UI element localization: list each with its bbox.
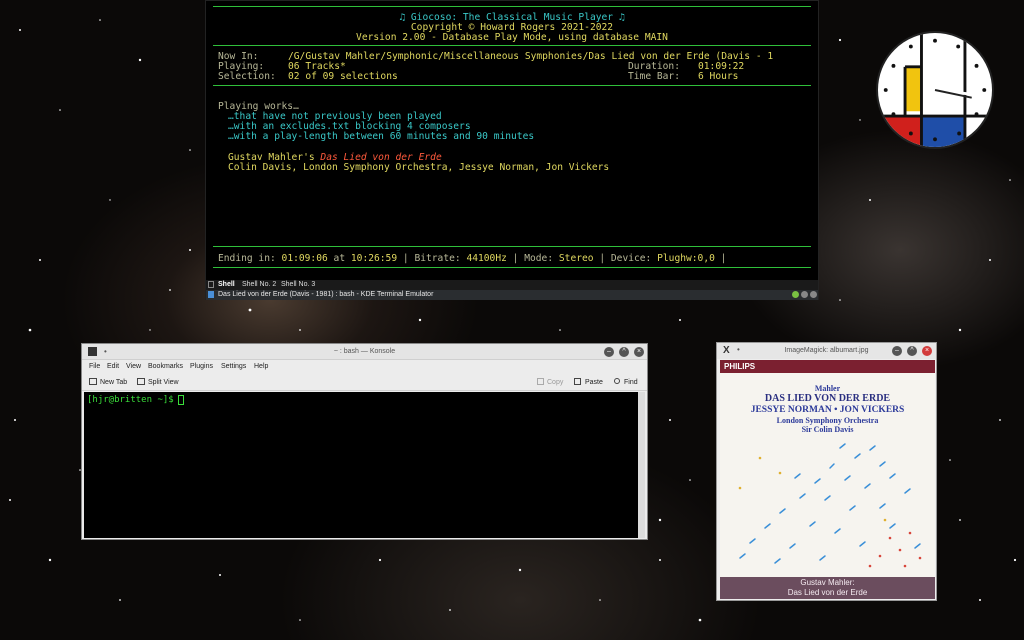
menu-bookmarks[interactable]: Bookmarks <box>148 363 183 370</box>
konsole-toolbar: New Tab Split View Copy Paste Find <box>82 374 647 391</box>
new-tab-button[interactable]: New Tab <box>100 379 127 386</box>
menu-file[interactable]: File <box>89 363 100 370</box>
konsole-terminal-screen[interactable]: [hjr@britten ~]$ <box>84 392 638 538</box>
album-orchestra: London Symphony Orchestra <box>776 416 879 425</box>
bitrate-label: Bitrate: <box>414 253 461 264</box>
maximize-button[interactable]: ^ <box>619 347 629 357</box>
close-button[interactable]: × <box>634 347 644 357</box>
device-label: Device: <box>610 253 652 264</box>
selection-label: Selection: <box>218 71 276 82</box>
device-value: Plughw:0,0 <box>657 253 715 264</box>
mode-label: Mode: <box>524 253 554 264</box>
menu-settings[interactable]: Settings <box>221 363 246 370</box>
at-label: at <box>333 253 346 264</box>
find-button[interactable]: Find <box>624 379 638 386</box>
text-cursor <box>178 395 184 405</box>
separator: | <box>402 253 409 264</box>
shell-prompt: [hjr@britten ~]$ <box>87 395 174 405</box>
new-session-icon[interactable] <box>208 281 214 288</box>
paste-button[interactable]: Paste <box>585 379 603 386</box>
selection-value: 02 of 09 selections <box>288 71 398 82</box>
konsole-scrollbar[interactable] <box>638 392 645 538</box>
at-value: 10:26:59 <box>350 253 398 264</box>
status-top-divider <box>213 246 811 247</box>
konsole-window-title: ~ : bash — Konsole <box>333 348 396 355</box>
tab-shell-3[interactable]: Shell No. 3 <box>281 281 315 288</box>
window-title: Das Lied von der Erde (Davis - 1981) : b… <box>218 291 434 298</box>
menu-help[interactable]: Help <box>254 363 268 370</box>
mode-value: Stereo <box>558 253 594 264</box>
menu-plugins[interactable]: Plugins <box>190 363 213 370</box>
menu-edit[interactable]: Edit <box>107 363 119 370</box>
album-conductor: Sir Colin Davis <box>801 425 854 434</box>
giocoso-terminal-screen[interactable]: ♫ Giocoso: The Classical Music Player ♫ … <box>206 1 818 278</box>
paste-icon <box>574 378 581 385</box>
album-soloists: JESSYE NORMAN • JON VICKERS <box>750 405 905 415</box>
philips-logo: PHILIPS <box>724 362 756 371</box>
yakuake-title-bar: Das Lied von der Erde (Davis - 1981) : b… <box>206 290 818 300</box>
header-divider <box>213 45 811 46</box>
tab-shell[interactable]: Shell <box>218 281 235 288</box>
split-view-icon <box>137 378 145 385</box>
album-caption: Gustav Mahler: Das Lied von der Erde <box>720 577 935 599</box>
maximize-button[interactable]: ^ <box>907 346 917 356</box>
album-work: DAS LIED VON DER ERDE <box>764 393 891 404</box>
yakuake-terminal-window[interactable]: ♫ Giocoso: The Classical Music Player ♫ … <box>205 0 819 300</box>
minimize-button[interactable]: – <box>604 347 614 357</box>
konsole-icon <box>208 291 214 298</box>
status-bottom-divider <box>213 267 811 268</box>
performers-line: Colin Davis, London Symphony Orchestra, … <box>228 162 610 173</box>
menu-view[interactable]: View <box>126 363 141 370</box>
close-icon[interactable] <box>810 291 817 298</box>
info-divider <box>213 85 811 86</box>
separator: | <box>720 253 727 264</box>
timebar-value: 6 Hours <box>698 71 739 82</box>
copy-icon <box>537 378 544 385</box>
ending-value: 01:09:06 <box>281 253 328 264</box>
status-line: Ending in: 01:09:06 at 10:26:59 | Bitrat… <box>218 254 726 264</box>
new-tab-icon <box>89 378 97 385</box>
album-composer: Mahler <box>814 384 841 393</box>
split-view-button[interactable]: Split View <box>148 379 179 386</box>
minimize-button[interactable]: – <box>892 346 902 356</box>
copy-button[interactable]: Copy <box>547 379 563 386</box>
top-divider <box>213 6 811 7</box>
yakuake-tab-bar: Shell Shell No. 2 Shell No. 3 <box>206 280 818 290</box>
filter-line-3: …with a play-length between 60 minutes a… <box>228 131 535 142</box>
imagemagick-window[interactable]: X • ImageMagick: albumart.jpg – ^ × PHIL… <box>716 342 937 601</box>
add-icon[interactable] <box>792 291 799 298</box>
album-abstract-artwork <box>738 443 922 568</box>
separator: | <box>599 253 606 264</box>
caption-work: Das Lied von der Erde <box>787 588 868 597</box>
philips-label-band: PHILIPS <box>720 360 935 373</box>
konsole-menu-bar: File Edit View Bookmarks Plugins Setting… <box>82 360 647 374</box>
konsole-title-bar[interactable]: • ~ : bash — Konsole – ^ × <box>82 344 647 360</box>
timebar-label: Time Bar: <box>628 71 680 82</box>
bitrate-value: 44100Hz <box>466 253 507 264</box>
tab-shell-2[interactable]: Shell No. 2 <box>242 281 276 288</box>
ending-label: Ending in: <box>218 253 276 264</box>
close-button[interactable]: × <box>922 346 932 356</box>
version-line: Version 2.00 - Database Play Mode, using… <box>356 32 668 43</box>
settings-icon[interactable] <box>801 291 808 298</box>
imagemagick-title-bar[interactable]: X • ImageMagick: albumart.jpg – ^ × <box>717 343 936 359</box>
album-art-image: PHILIPS Mahler DAS LIED VON DER ERDE JES… <box>720 360 935 577</box>
caption-composer: Gustav Mahler: <box>800 578 855 587</box>
mondrian-clock-widget[interactable] <box>876 31 994 149</box>
imagemagick-window-title: ImageMagick: albumart.jpg <box>784 347 869 354</box>
search-icon <box>614 378 620 384</box>
separator: | <box>512 253 519 264</box>
konsole-window[interactable]: • ~ : bash — Konsole – ^ × File Edit Vie… <box>81 343 648 540</box>
